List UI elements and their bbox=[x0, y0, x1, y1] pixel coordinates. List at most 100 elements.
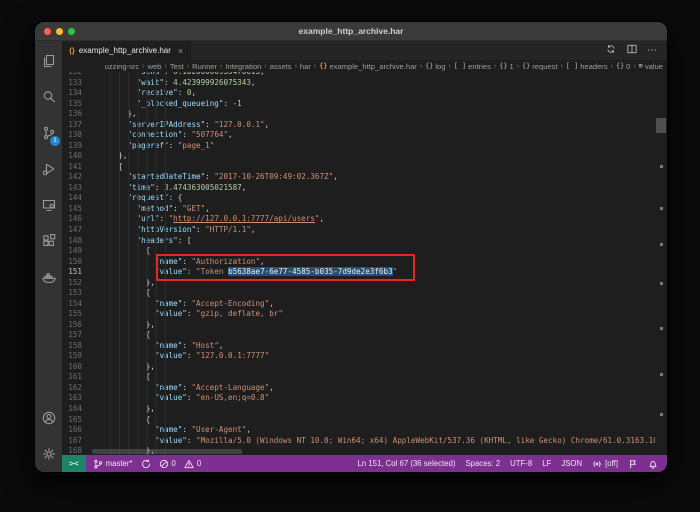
accounts-icon[interactable] bbox=[35, 400, 62, 436]
chevron-right-icon: › bbox=[420, 63, 422, 70]
code-line[interactable]: 164 }, bbox=[62, 404, 655, 415]
breadcrumb-item[interactable]: ›web bbox=[139, 62, 161, 71]
warnings[interactable]: 0 bbox=[184, 459, 201, 469]
folding-gutter bbox=[92, 225, 100, 236]
code-line[interactable]: 157 { bbox=[62, 330, 655, 341]
git-branch[interactable]: master* bbox=[93, 459, 133, 469]
folding-gutter bbox=[92, 341, 100, 352]
code-line[interactable]: 134 "receive": 0, bbox=[62, 88, 655, 99]
code-line[interactable]: 156 }, bbox=[62, 320, 655, 331]
folding-gutter bbox=[92, 393, 100, 404]
notifications-bell[interactable] bbox=[648, 459, 658, 469]
code-line[interactable]: 166 "name": "User-Agent", bbox=[62, 425, 655, 436]
split-editor-icon[interactable] bbox=[626, 42, 638, 60]
branch-icon bbox=[93, 459, 103, 469]
breadcrumb-item[interactable]: ›{}log bbox=[417, 62, 446, 71]
sync-icon[interactable] bbox=[141, 459, 151, 469]
code-line[interactable]: 143 "time": 3.474363005021587, bbox=[62, 183, 655, 194]
extensions-icon[interactable] bbox=[35, 223, 62, 259]
code-line[interactable]: 163 "value": "en-US,en;q=0.8" bbox=[62, 393, 655, 404]
settings-gear-icon[interactable] bbox=[35, 436, 62, 472]
code-line[interactable]: 145 "method": "GET", bbox=[62, 204, 655, 215]
open-changes-icon[interactable] bbox=[605, 42, 617, 60]
run-debug-icon[interactable] bbox=[35, 151, 62, 187]
vertical-scrollbar[interactable] bbox=[655, 72, 667, 455]
overview-ruler-mark bbox=[660, 413, 663, 416]
minimize-window-button[interactable] bbox=[56, 28, 63, 35]
code-line[interactable]: 151 "value": "Token b5638ae7-6e77-4585-b… bbox=[62, 267, 655, 278]
code-line[interactable]: 144 "request": { bbox=[62, 193, 655, 204]
code-line[interactable]: 135 "_blocked_queueing": -1 bbox=[62, 99, 655, 110]
screencast-mode[interactable]: [off] bbox=[592, 459, 618, 469]
code-line[interactable]: 147 "httpVersion": "HTTP/1.1", bbox=[62, 225, 655, 236]
tab-example-http-archive[interactable]: {} example_http_archive.har × bbox=[62, 41, 191, 60]
code-line[interactable]: 160 }, bbox=[62, 362, 655, 373]
chevron-right-icon: › bbox=[561, 63, 563, 70]
breadcrumb-item[interactable]: ›Integration bbox=[217, 62, 261, 71]
horizontal-scrollbar[interactable] bbox=[92, 449, 242, 454]
code-line[interactable]: 139 "pageref": "page_1" bbox=[62, 141, 655, 152]
code-line[interactable]: 158 "name": "Host", bbox=[62, 341, 655, 352]
code-line[interactable]: 142 "startedDateTime": "2017-10-26T09:49… bbox=[62, 172, 655, 183]
breadcrumb-item[interactable]: ›Test bbox=[162, 62, 184, 71]
breadcrumb-item[interactable]: ›{}0 bbox=[608, 62, 631, 71]
explorer-icon[interactable] bbox=[35, 43, 62, 79]
eol[interactable]: LF bbox=[542, 459, 551, 468]
chevron-right-icon: › bbox=[494, 63, 496, 70]
zoom-window-button[interactable] bbox=[68, 28, 75, 35]
breadcrumb-item[interactable]: ›[ ]entries bbox=[446, 62, 491, 71]
encoding[interactable]: UTF-8 bbox=[510, 459, 532, 468]
code-line[interactable]: 154 "name": "Accept-Encoding", bbox=[62, 299, 655, 310]
search-icon[interactable] bbox=[35, 79, 62, 115]
code-line[interactable]: 165 { bbox=[62, 415, 655, 426]
symbol-icon: ⊞ bbox=[639, 62, 643, 70]
cursor-position[interactable]: Ln 151, Col 67 (36 selected) bbox=[357, 459, 455, 468]
code-line[interactable]: 140 }, bbox=[62, 151, 655, 162]
language-mode[interactable]: JSON bbox=[561, 459, 582, 468]
breadcrumb-item[interactable]: ›assets bbox=[261, 62, 291, 71]
code-line[interactable]: 146 "url": "http://127.0.0.1:7777/api/us… bbox=[62, 214, 655, 225]
code-line[interactable]: 152 }, bbox=[62, 278, 655, 289]
code-area[interactable]: 132 "send": 0.10200000933470615,133 "wai… bbox=[62, 72, 655, 455]
feedback[interactable] bbox=[628, 459, 638, 469]
close-tab-icon[interactable]: × bbox=[178, 46, 183, 56]
title-bar[interactable]: example_http_archive.har bbox=[35, 22, 667, 41]
code-line[interactable]: 150 "name": "Authorization", bbox=[62, 257, 655, 268]
code-line[interactable]: 148 "headers": [ bbox=[62, 236, 655, 247]
docker-icon[interactable] bbox=[35, 259, 62, 295]
code-line[interactable]: 149 { bbox=[62, 246, 655, 257]
code-line[interactable]: 137 "serverIPAddress": "127.0.0.1", bbox=[62, 120, 655, 131]
code-line[interactable]: 161 { bbox=[62, 372, 655, 383]
breadcrumb-item[interactable]: uzzing-src bbox=[105, 62, 140, 71]
remote-explorer-icon[interactable] bbox=[35, 187, 62, 223]
breadcrumb-item[interactable]: ›{}example_http_archive.har bbox=[311, 62, 417, 71]
breadcrumb-item[interactable]: ›har bbox=[292, 62, 311, 71]
code-line[interactable]: 155 "value": "gzip, deflate, br" bbox=[62, 309, 655, 320]
remote-indicator[interactable]: >< bbox=[62, 455, 86, 472]
breadcrumb-item[interactable]: ›{}1 bbox=[491, 62, 514, 71]
code-line[interactable]: 162 "name": "Accept-Language", bbox=[62, 383, 655, 394]
code-line[interactable]: 136 }, bbox=[62, 109, 655, 120]
code-line[interactable]: 159 "value": "127.0.0.1:7777" bbox=[62, 351, 655, 362]
code-line[interactable]: 141 { bbox=[62, 162, 655, 173]
errors[interactable]: 0 bbox=[159, 459, 176, 469]
code-line[interactable]: 153 { bbox=[62, 288, 655, 299]
code-line[interactable]: 138 "connection": "507764", bbox=[62, 130, 655, 141]
code-line[interactable]: 133 "wait": 4.423999926075343, bbox=[62, 78, 655, 89]
warning-icon bbox=[184, 459, 194, 469]
breadcrumb-item[interactable]: ›Runner bbox=[184, 62, 217, 71]
breadcrumb-item[interactable]: ›⊞value bbox=[630, 62, 663, 71]
code-line[interactable]: 167 "value": "Mozilla/5.0 (Windows NT 10… bbox=[62, 436, 655, 447]
folding-gutter bbox=[92, 204, 100, 215]
indentation[interactable]: Spaces: 2 bbox=[465, 459, 500, 468]
close-window-button[interactable] bbox=[44, 28, 51, 35]
scrollbar-thumb[interactable] bbox=[656, 118, 666, 133]
url-link[interactable]: http://127.0.0.1:7777/api/users bbox=[173, 214, 315, 223]
breadcrumb-item[interactable]: ›{}request bbox=[514, 62, 558, 71]
more-actions-icon[interactable]: ⋯ bbox=[647, 45, 658, 56]
source-control-icon[interactable]: 1 bbox=[35, 115, 62, 151]
editor[interactable]: 132 "send": 0.10200000933470615,133 "wai… bbox=[62, 72, 667, 455]
line-number: 166 bbox=[62, 425, 92, 436]
breadcrumb-item[interactable]: ›[ ]headers bbox=[558, 62, 608, 71]
folding-gutter bbox=[92, 193, 100, 204]
